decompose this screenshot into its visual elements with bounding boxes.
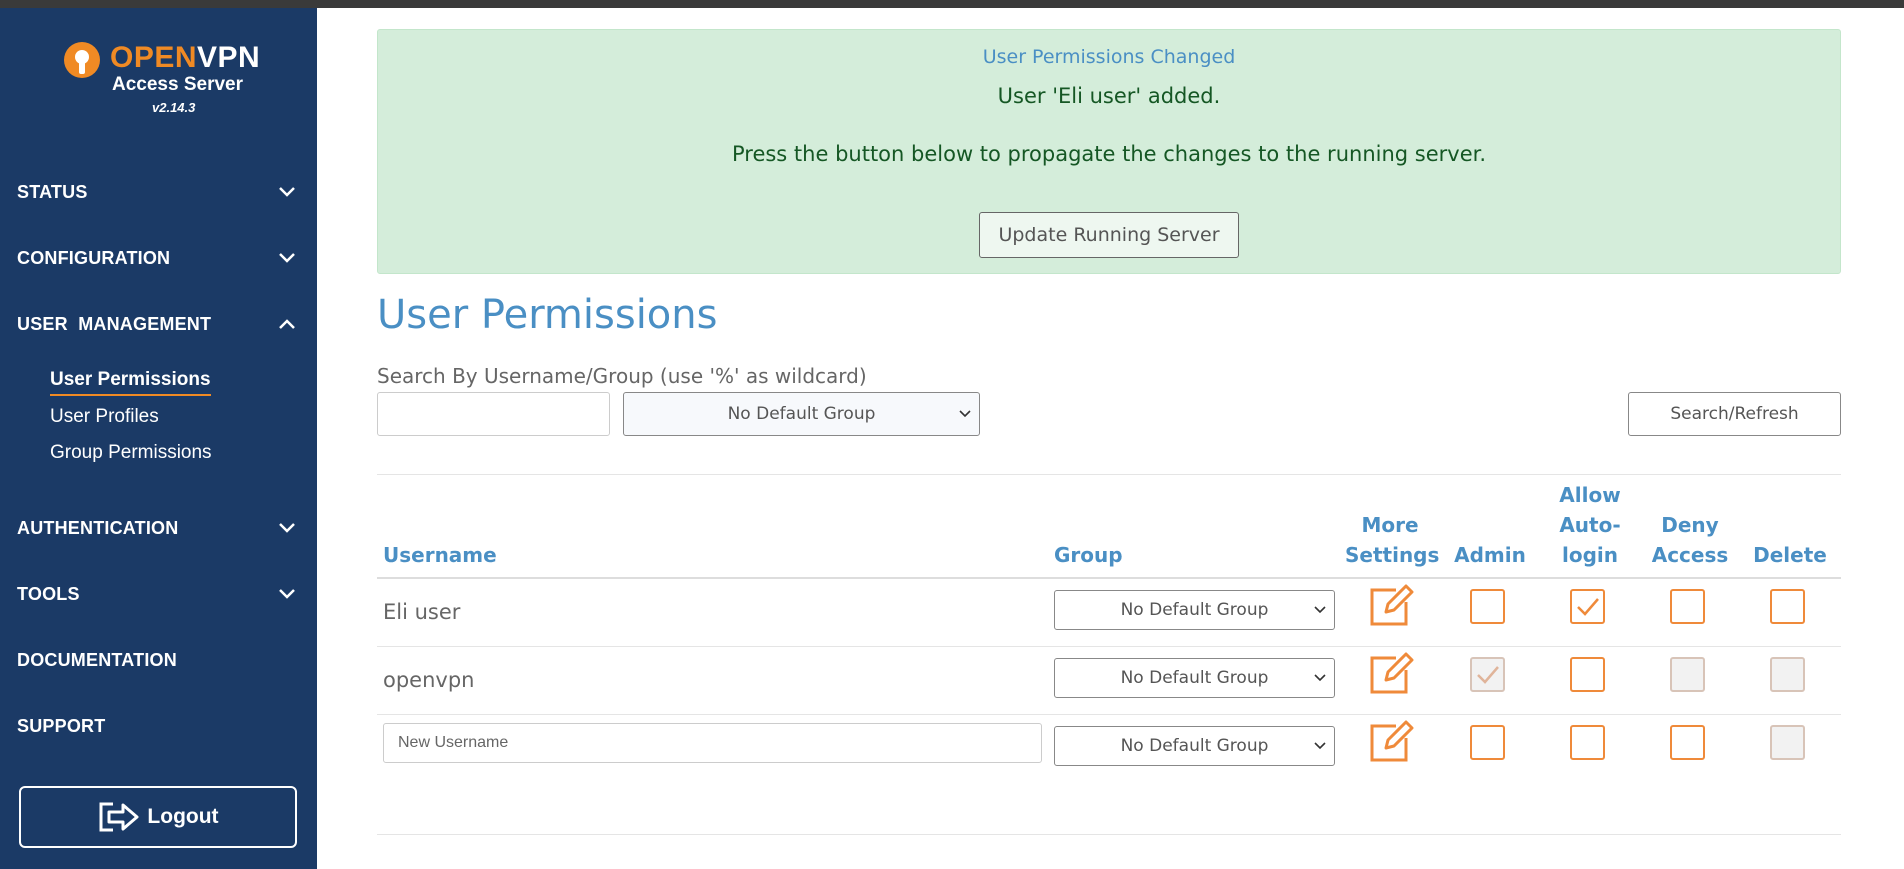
version-label: v2.14.3 [152, 100, 196, 115]
table-header-divider [377, 577, 1841, 579]
search-input[interactable] [377, 392, 610, 436]
chevron-down-icon [277, 584, 297, 604]
row-username: openvpn [383, 668, 475, 692]
column-header-username: Username [383, 543, 497, 567]
nav-configuration[interactable]: CONFIGURATION [17, 243, 297, 273]
search-refresh-button[interactable]: Search/Refresh [1628, 392, 1841, 436]
chevron-down-icon [277, 248, 297, 268]
new-username-input[interactable] [383, 723, 1042, 763]
auto-login-checkbox[interactable] [1570, 657, 1605, 692]
deny-access-checkbox[interactable] [1670, 725, 1705, 760]
delete-checkbox [1770, 725, 1805, 760]
sidebar-item-user-permissions[interactable]: User Permissions [50, 369, 211, 396]
group-filter-value: No Default Group [727, 404, 876, 424]
row-group-value: No Default Group [1120, 668, 1269, 688]
sidebar: OPENVPN Access Server v2.14.3 STATUS CON… [0, 8, 317, 869]
row-group-select[interactable]: No Default Group [1054, 590, 1335, 630]
edit-settings-icon[interactable] [1366, 652, 1414, 696]
alert-message: User 'Eli user' added. [997, 84, 1221, 108]
chevron-down-icon [1314, 674, 1326, 682]
nav-label: CONFIGURATION [17, 247, 171, 268]
sidebar-item-user-profiles[interactable]: User Profiles [50, 406, 159, 428]
nav-documentation[interactable]: DOCUMENTATION [17, 645, 297, 675]
nav-label: STATUS [17, 181, 88, 202]
row-divider [377, 714, 1841, 715]
chevron-down-icon [959, 410, 971, 418]
logo-subtitle: Access Server [112, 74, 243, 95]
nav-label: USER MANAGEMENT [17, 313, 212, 334]
row-username: Eli user [383, 600, 461, 624]
nav-label: TOOLS [17, 583, 80, 604]
alert-title: User Permissions Changed [982, 46, 1236, 68]
auto-login-checkbox[interactable] [1570, 725, 1605, 760]
row-group-value: No Default Group [1120, 736, 1269, 756]
row-group-value: No Default Group [1120, 600, 1269, 620]
group-filter-select[interactable]: No Default Group [623, 392, 980, 436]
page-title: User Permissions [377, 292, 718, 338]
deny-access-checkbox [1670, 657, 1705, 692]
admin-checkbox[interactable] [1470, 589, 1505, 624]
logo-wordmark: OPENVPN [110, 41, 261, 74]
chevron-down-icon [277, 518, 297, 538]
auto-login-checkbox[interactable] [1570, 589, 1605, 624]
nav-user-management[interactable]: USER MANAGEMENT [17, 309, 297, 339]
chevron-down-icon [1314, 606, 1326, 614]
admin-checkbox [1470, 657, 1505, 692]
logout-button[interactable]: Logout [19, 786, 297, 848]
nav-label: SUPPORT [17, 715, 106, 736]
alert-instruction: Press the button below to propagate the … [731, 142, 1486, 166]
nav-status[interactable]: STATUS [17, 177, 297, 207]
row-group-select[interactable]: No Default Group [1054, 726, 1335, 766]
chevron-up-icon [277, 314, 297, 334]
column-header-group: Group [1054, 543, 1123, 567]
logout-label: Logout [147, 805, 219, 828]
success-alert: User Permissions Changed User 'Eli user'… [377, 29, 1841, 274]
nav-label: AUTHENTICATION [17, 517, 179, 538]
column-header-allow-auto-login: Allow Auto-login [1559, 483, 1621, 567]
logout-icon [99, 802, 139, 832]
nav-tools[interactable]: TOOLS [17, 579, 297, 609]
sidebar-item-group-permissions[interactable]: Group Permissions [50, 442, 212, 464]
nav-support[interactable]: SUPPORT [17, 711, 297, 741]
update-running-server-button[interactable]: Update Running Server [979, 212, 1239, 258]
openvpn-logo[interactable]: OPENVPN Access Server v2.14.3 [64, 40, 264, 130]
search-label: Search By Username/Group (use '%' as wil… [377, 364, 867, 388]
chevron-down-icon [277, 182, 297, 202]
window-top-bar [0, 0, 1904, 8]
nav-authentication[interactable]: AUTHENTICATION [17, 513, 297, 543]
column-header-deny-access: Deny Access [1651, 513, 1729, 567]
edit-settings-icon[interactable] [1366, 720, 1414, 764]
row-group-select[interactable]: No Default Group [1054, 658, 1335, 698]
delete-checkbox [1770, 657, 1805, 692]
openvpn-logo-icon [64, 42, 100, 78]
divider [377, 834, 1841, 835]
nav-label: DOCUMENTATION [17, 649, 177, 670]
deny-access-checkbox[interactable] [1670, 589, 1705, 624]
row-divider [377, 646, 1841, 647]
edit-settings-icon[interactable] [1366, 584, 1414, 628]
chevron-down-icon [1314, 742, 1326, 750]
delete-checkbox[interactable] [1770, 589, 1805, 624]
column-header-delete: Delete [1753, 543, 1827, 567]
divider [377, 474, 1841, 475]
admin-checkbox[interactable] [1470, 725, 1505, 760]
column-header-more-settings: More Settings [1345, 513, 1440, 567]
column-header-admin: Admin [1454, 543, 1526, 567]
